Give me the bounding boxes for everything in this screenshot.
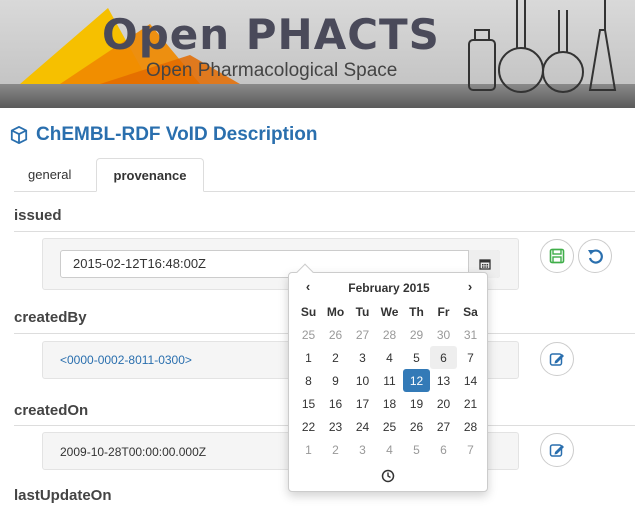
datepicker-popup: ‹ February 2015 › Su Mo Tu We Th Fr Sa 25 26 27 2… — [288, 263, 489, 492]
calendar-day[interactable]: 15 — [295, 392, 322, 415]
calendar-day[interactable]: 13 — [430, 369, 457, 392]
calendar-day[interactable]: 19 — [403, 392, 430, 415]
weekday-header: Su — [300, 305, 317, 319]
calendar-day[interactable]: 16 — [322, 392, 349, 415]
edit-createdon-button[interactable] — [540, 433, 574, 467]
calendar-day[interactable]: 1 — [295, 346, 322, 369]
calendar-week-row: 22 23 24 25 26 27 28 — [295, 415, 484, 438]
cube-icon — [10, 126, 28, 144]
calendar-week-row: 1234567 — [295, 438, 484, 461]
calendar-day[interactable]: 8 — [295, 369, 322, 392]
weekday-header: Tu — [355, 305, 370, 319]
calendar-grid: Su Mo Tu We Th Fr Sa 25 26 27 28 29 30 31 1 2 3 4 5 6 7 8 9 10… — [295, 301, 484, 461]
calendar-day[interactable]: 25 — [376, 415, 403, 438]
calendar-day[interactable]: 12 — [403, 369, 430, 392]
calendar-day[interactable]: 4 — [376, 346, 403, 369]
calendar-day[interactable]: 20 — [430, 392, 457, 415]
undo-icon — [588, 249, 603, 264]
calendar-day[interactable]: 26 — [322, 323, 349, 346]
calendar-day[interactable]: 2 — [322, 438, 349, 461]
weekday-header: Sa — [463, 305, 478, 319]
calendar-day[interactable]: 5 — [403, 438, 430, 461]
page-title-text: ChEMBL-RDF VoID Description — [36, 124, 318, 145]
logo-title: Open PHACTS — [102, 10, 440, 59]
banner: Open PHACTS Open Pharmacological Space — [0, 0, 635, 108]
weekday-header: Fr — [437, 305, 450, 319]
calendar-day[interactable]: 30 — [430, 323, 457, 346]
undo-button[interactable] — [578, 239, 612, 273]
calendar-day[interactable]: 3 — [349, 438, 376, 461]
calendar-week-row: 1234567 — [295, 346, 484, 369]
calendar-day[interactable]: 25 — [295, 323, 322, 346]
calendar-week-row: 15 16 17 18 19 20 21 — [295, 392, 484, 415]
page-title: ChEMBL-RDF VoID Description — [10, 124, 317, 146]
calendar-day[interactable]: 9 — [322, 369, 349, 392]
calendar-day[interactable]: 27 — [430, 415, 457, 438]
calendar-day[interactable]: 10 — [349, 369, 376, 392]
next-month-button[interactable]: › — [461, 279, 479, 294]
calendar-week-row: 8 9 10 11 12 13 14 — [295, 369, 484, 392]
clock-icon[interactable] — [381, 469, 395, 483]
calendar-day[interactable]: 28 — [457, 415, 484, 438]
calendar-day[interactable]: 17 — [349, 392, 376, 415]
edit-icon — [549, 353, 564, 366]
weekday-header: Th — [409, 305, 424, 319]
calendar-day[interactable]: 7 — [457, 438, 484, 461]
weekday-header: We — [380, 305, 399, 319]
createdby-value[interactable]: <0000-0002-8011-0300> — [60, 353, 192, 367]
createdon-value: 2009-10-28T00:00:00.000Z — [60, 445, 207, 459]
calendar-day[interactable]: 24 — [349, 415, 376, 438]
calendar-day[interactable]: 31 — [457, 323, 484, 346]
createdon-label: createdOn — [14, 402, 89, 419]
calendar-day[interactable]: 23 — [322, 415, 349, 438]
calendar-day[interactable]: 14 — [457, 369, 484, 392]
calendar-day[interactable]: 3 — [349, 346, 376, 369]
calendar-day[interactable]: 7 — [457, 346, 484, 369]
edit-createdby-button[interactable] — [540, 342, 574, 376]
calendar-day[interactable]: 26 — [403, 415, 430, 438]
calendar-day[interactable]: 6 — [430, 346, 457, 369]
save-button[interactable] — [540, 239, 574, 273]
calendar-day[interactable]: 4 — [376, 438, 403, 461]
tab-bar: general provenance — [14, 158, 635, 192]
tab-provenance[interactable]: provenance — [96, 158, 204, 192]
edit-icon — [549, 444, 564, 457]
calendar-day[interactable]: 11 — [376, 369, 403, 392]
save-icon — [549, 248, 565, 264]
month-title[interactable]: February 2015 — [329, 281, 449, 295]
prev-month-button[interactable]: ‹ — [299, 279, 317, 294]
divider — [14, 231, 635, 232]
lastupdateon-label: lastUpdateOn — [14, 487, 112, 504]
calendar-day[interactable]: 2 — [322, 346, 349, 369]
weekday-header: Mo — [326, 305, 345, 319]
glassware-image — [468, 0, 617, 93]
calendar-day[interactable]: 27 — [349, 323, 376, 346]
calendar-day[interactable]: 5 — [403, 346, 430, 369]
calendar-icon — [478, 259, 491, 270]
calendar-day[interactable]: 18 — [376, 392, 403, 415]
datepicker-header: ‹ February 2015 › — [289, 279, 489, 299]
calendar-day[interactable]: 6 — [430, 438, 457, 461]
calendar-day[interactable]: 1 — [295, 438, 322, 461]
tab-general[interactable]: general — [14, 158, 85, 192]
calendar-week-row: 25 26 27 28 29 30 31 — [295, 323, 484, 346]
calendar-day[interactable]: 21 — [457, 392, 484, 415]
logo-subtitle: Open Pharmacological Space — [146, 60, 398, 81]
issued-label: issued — [14, 207, 62, 224]
calendar-day[interactable]: 29 — [403, 323, 430, 346]
createdby-label: createdBy — [14, 309, 87, 326]
calendar-day[interactable]: 22 — [295, 415, 322, 438]
calendar-day[interactable]: 28 — [376, 323, 403, 346]
